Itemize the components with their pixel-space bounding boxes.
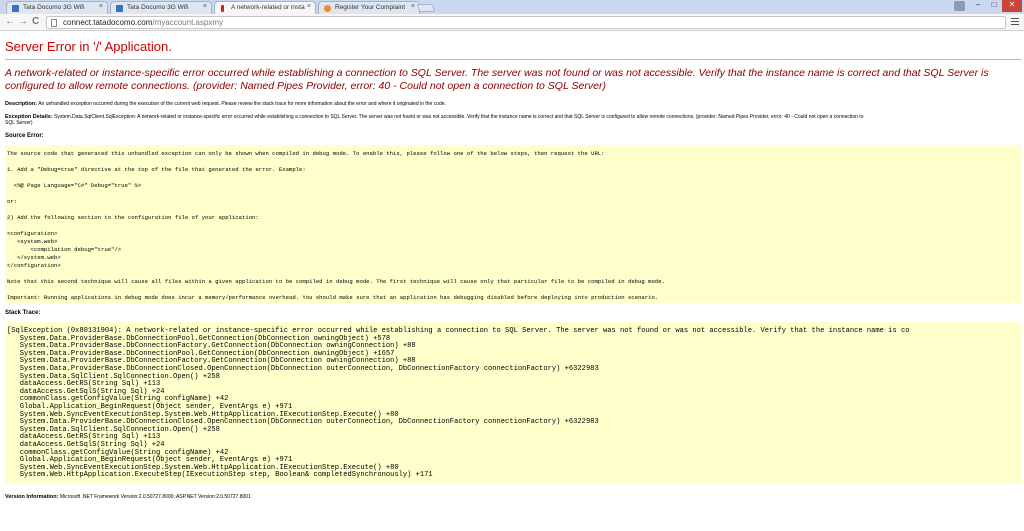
tab-title: Register Your Complaint <box>335 4 406 11</box>
tab-tata-docomo-2[interactable]: Tata Docomo 3G Wifi × <box>110 1 212 14</box>
source-error-text: The source code that generated this unha… <box>7 150 665 301</box>
close-tab-icon[interactable]: × <box>411 3 415 10</box>
minimize-button[interactable]: – <box>970 0 986 12</box>
tab-register-complaint[interactable]: Register Your Complaint × <box>318 1 420 14</box>
maximize-button[interactable]: □ <box>986 0 1002 12</box>
page-title: Server Error in '/' Application. <box>5 39 172 54</box>
tab-title: A network-related or insta <box>231 4 305 11</box>
close-tab-icon[interactable]: × <box>99 3 103 10</box>
favicon-icon <box>12 5 19 12</box>
source-error-label: Source Error: <box>5 133 44 139</box>
stack-trace-box: [SqlException (0x80131904): A network-re… <box>5 322 1021 483</box>
reload-icon[interactable]: C <box>32 16 39 28</box>
hamburger-menu-icon[interactable] <box>1011 18 1019 26</box>
page-icon <box>51 19 57 27</box>
favicon-icon <box>116 5 123 12</box>
tab-title: Tata Docomo 3G Wifi <box>23 4 85 11</box>
back-arrow-icon[interactable]: ← <box>5 16 15 28</box>
stack-trace-text: [SqlException (0x80131904): A network-re… <box>7 327 910 480</box>
user-profile-icon[interactable] <box>954 1 965 11</box>
url-host: connect.tatadocomo.com <box>63 18 153 27</box>
tab-network-error[interactable]: A network-related or insta × <box>214 1 316 15</box>
stack-trace-label: Stack Trace: <box>5 310 41 316</box>
url-text: connect.tatadocomo.com/myaccount.aspxmy <box>63 18 223 28</box>
version-text: Microsoft .NET Framework Version:2.0.507… <box>59 494 251 500</box>
address-bar[interactable]: connect.tatadocomo.com/myaccount.aspxmy <box>46 16 1006 29</box>
forward-arrow-icon[interactable]: → <box>18 16 28 28</box>
page-content: Server Error in '/' Application. A netwo… <box>0 32 1024 531</box>
source-error-box: The source code that generated this unha… <box>5 145 1021 303</box>
browser-toolbar: ← → C connect.tatadocomo.com/myaccount.a… <box>0 14 1024 31</box>
tab-strip: Tata Docomo 3G Wifi × Tata Docomo 3G Wif… <box>0 0 1024 15</box>
description-label: Description: <box>5 101 38 107</box>
new-tab-button[interactable] <box>416 4 436 12</box>
exception-text-continued: SQL Server) <box>5 120 33 126</box>
version-row: Version Information: Microsoft .NET Fram… <box>5 494 251 500</box>
close-tab-icon[interactable]: × <box>203 3 207 10</box>
error-heading: A network-related or instance-specific e… <box>5 67 989 92</box>
exception-row: Exception Details: System.Data.SqlClient… <box>5 114 863 120</box>
close-window-button[interactable]: ✕ <box>1002 0 1022 12</box>
description-text: An unhandled exception occurred during t… <box>38 101 446 107</box>
url-path: /myaccount.aspxmy <box>152 18 224 27</box>
close-tab-icon[interactable]: × <box>307 3 311 10</box>
tab-tata-docomo-1[interactable]: Tata Docomo 3G Wifi × <box>6 1 108 14</box>
title-divider <box>5 59 1021 60</box>
tab-title: Tata Docomo 3G Wifi <box>127 4 189 11</box>
version-label: Version Information: <box>5 494 59 500</box>
favicon-icon <box>324 5 331 12</box>
description-row: Description: An unhandled exception occu… <box>5 101 446 107</box>
error-page-icon <box>221 5 224 12</box>
exception-text: System.Data.SqlClient.SqlException: A ne… <box>54 114 864 120</box>
